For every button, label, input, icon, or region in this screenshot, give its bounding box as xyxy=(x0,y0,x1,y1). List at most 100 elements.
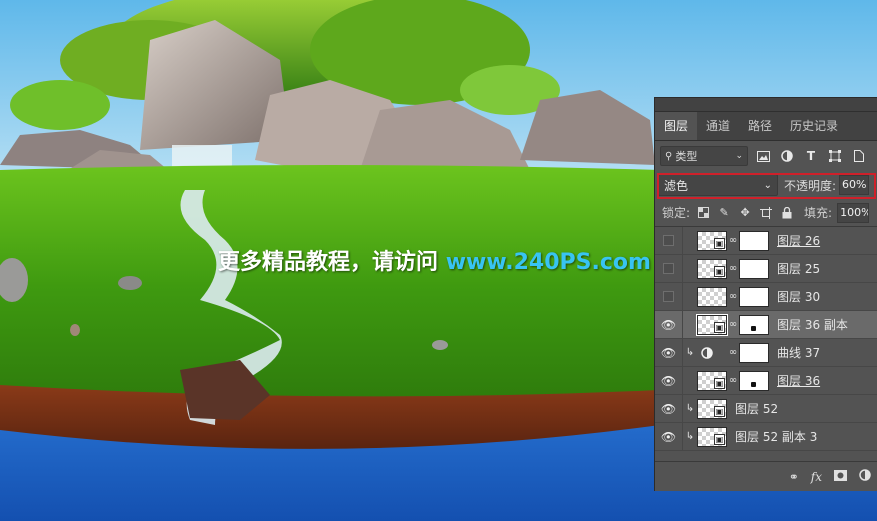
smart-object-badge-icon: ▣ xyxy=(714,265,725,277)
lock-artboard-icon[interactable] xyxy=(758,205,774,221)
visibility-toggle[interactable] xyxy=(655,254,683,283)
link-chain-icon[interactable]: ∞ xyxy=(727,263,739,274)
layer-mask-thumbnail[interactable] xyxy=(739,286,769,307)
layer-thumbnail[interactable]: ▣ xyxy=(697,426,727,447)
visibility-toggle[interactable] xyxy=(655,282,683,311)
chevron-down-icon: ⌄ xyxy=(763,179,772,191)
layers-list: ▣ ∞ 图层 26 ▣ ∞ 图层 25 ∞ 图层 30 👁 ▣ ∞ 图层 36 … xyxy=(655,226,877,451)
curves-adjustment-icon[interactable] xyxy=(697,343,717,363)
blend-mode-select[interactable]: 滤色 ⌄ xyxy=(658,174,778,196)
smart-object-badge-icon: ▣ xyxy=(714,433,725,445)
lock-label: 锁定: xyxy=(662,206,691,220)
layer-name[interactable]: 图层 52 副本 3 xyxy=(735,428,817,445)
visibility-toggle[interactable]: 👁 xyxy=(655,366,683,395)
lock-all-icon[interactable] xyxy=(779,205,795,221)
mask-detail xyxy=(751,325,756,331)
lock-transparent-icon[interactable] xyxy=(695,205,711,221)
tab-channels[interactable]: 通道 xyxy=(697,112,739,140)
fill-label: 填充: xyxy=(804,206,833,220)
layer-name[interactable]: 曲线 37 xyxy=(777,344,820,361)
eye-icon: 👁 xyxy=(660,429,677,444)
blend-row: 滤色 ⌄ 不透明度: 60% xyxy=(655,171,877,199)
panel-footer: ⚭ fx xyxy=(655,461,877,491)
visibility-toggle[interactable] xyxy=(655,226,683,255)
lock-paint-icon[interactable]: ✎ xyxy=(716,205,732,221)
clipping-arrow-icon: ↳ xyxy=(685,403,695,414)
layer-name[interactable]: 图层 36 xyxy=(777,372,820,389)
watermark-url: www.240PS.com xyxy=(445,250,651,275)
visibility-toggle[interactable]: 👁 xyxy=(655,394,683,423)
hidden-eye-icon xyxy=(663,235,674,246)
layer-mask-thumbnail[interactable] xyxy=(739,314,769,335)
watermark-text: 更多精品教程，请访问 www.240PS.com xyxy=(218,244,651,276)
layer-row[interactable]: ▣ ∞ 图层 26 xyxy=(655,226,877,255)
add-mask-icon[interactable] xyxy=(834,469,847,484)
tab-paths[interactable]: 路径 xyxy=(739,112,781,140)
layers-panel: 图层 通道 路径 历史记录 ⚲ 类型 ⌄ T 滤色 ⌄ 不透明度: 60% 锁定… xyxy=(654,97,877,491)
layer-thumbnail[interactable]: ▣ xyxy=(697,398,727,419)
filter-kind-label: 类型 xyxy=(675,150,698,163)
layer-mask-thumbnail[interactable] xyxy=(739,342,769,363)
layer-row[interactable]: ▣ ∞ 图层 25 xyxy=(655,254,877,283)
new-adjustment-icon[interactable] xyxy=(859,469,871,484)
link-chain-icon[interactable]: ∞ xyxy=(727,375,739,386)
layer-name[interactable]: 图层 25 xyxy=(777,260,820,277)
layer-thumbnail[interactable]: ▣ xyxy=(697,370,727,391)
link-chain-icon[interactable]: ∞ xyxy=(727,235,739,246)
layer-thumbnail[interactable] xyxy=(697,286,727,307)
smart-object-badge-icon: ▣ xyxy=(714,377,725,389)
mask-detail xyxy=(751,381,756,387)
link-chain-icon[interactable]: ∞ xyxy=(727,291,739,302)
layer-row[interactable]: 👁 ▣ ∞ 图层 36 xyxy=(655,366,877,395)
layer-mask-thumbnail[interactable] xyxy=(739,370,769,391)
shape-filter-icon[interactable] xyxy=(826,147,844,165)
smart-object-badge-icon: ▣ xyxy=(714,405,725,417)
layer-thumbnail[interactable]: ▣ xyxy=(696,313,728,336)
opacity-input[interactable]: 60% xyxy=(839,175,870,195)
visibility-toggle[interactable]: 👁 xyxy=(655,338,683,367)
layer-row[interactable]: 👁 ↳ ∞ 曲线 37 xyxy=(655,338,877,367)
layer-thumbnail[interactable]: ▣ xyxy=(697,230,727,251)
layer-name[interactable]: 图层 30 xyxy=(777,288,820,305)
eye-icon: 👁 xyxy=(660,401,677,416)
layer-name[interactable]: 图层 26 xyxy=(777,232,820,249)
layer-row[interactable]: 👁 ↳ ▣ 图层 52 xyxy=(655,394,877,423)
type-filter-icon[interactable]: T xyxy=(802,147,820,165)
panel-tabs: 图层 通道 路径 历史记录 xyxy=(655,112,877,141)
layer-mask-thumbnail[interactable] xyxy=(739,258,769,279)
smart-object-badge-icon: ▣ xyxy=(714,237,725,249)
layer-thumbnail[interactable]: ▣ xyxy=(697,258,727,279)
layer-row[interactable]: ∞ 图层 30 xyxy=(655,282,877,311)
link-layers-icon[interactable]: ⚭ xyxy=(789,470,799,484)
layer-row-selected[interactable]: 👁 ▣ ∞ 图层 36 副本 xyxy=(655,310,877,339)
eye-icon: 👁 xyxy=(660,345,677,360)
clipping-arrow-icon: ↳ xyxy=(685,431,695,442)
image-filter-icon[interactable] xyxy=(754,147,772,165)
fx-icon[interactable]: fx xyxy=(811,470,822,484)
opacity-label: 不透明度: xyxy=(784,178,837,193)
layer-name[interactable]: 图层 36 副本 xyxy=(777,316,848,333)
tab-history[interactable]: 历史记录 xyxy=(781,112,847,140)
layer-mask-thumbnail[interactable] xyxy=(739,230,769,251)
tab-layers[interactable]: 图层 xyxy=(655,112,698,140)
lock-row: 锁定: ✎ ✥ 填充: 100% xyxy=(655,199,877,227)
eye-icon: 👁 xyxy=(660,373,677,388)
clipping-arrow-icon: ↳ xyxy=(685,347,695,358)
filter-kind-select[interactable]: ⚲ 类型 ⌄ xyxy=(660,146,748,166)
panel-grip[interactable] xyxy=(655,98,877,112)
layer-row[interactable]: 👁 ↳ ▣ 图层 52 副本 3 xyxy=(655,422,877,451)
fill-input[interactable]: 100% xyxy=(837,202,870,223)
smart-object-filter-icon[interactable] xyxy=(850,147,868,165)
lock-move-icon[interactable]: ✥ xyxy=(737,205,753,221)
layer-name[interactable]: 图层 52 xyxy=(735,400,778,417)
eye-icon: 👁 xyxy=(660,317,677,332)
search-icon: ⚲ xyxy=(665,150,673,162)
link-chain-icon[interactable]: ∞ xyxy=(727,319,739,330)
adjustment-filter-icon[interactable] xyxy=(778,147,796,165)
link-chain-icon[interactable]: ∞ xyxy=(727,347,739,358)
blend-mode-value: 滤色 xyxy=(664,178,689,193)
filter-row: ⚲ 类型 ⌄ T xyxy=(655,141,877,171)
visibility-toggle[interactable]: 👁 xyxy=(655,310,683,339)
visibility-toggle[interactable]: 👁 xyxy=(655,422,683,451)
smart-object-badge-icon: ▣ xyxy=(714,321,725,333)
